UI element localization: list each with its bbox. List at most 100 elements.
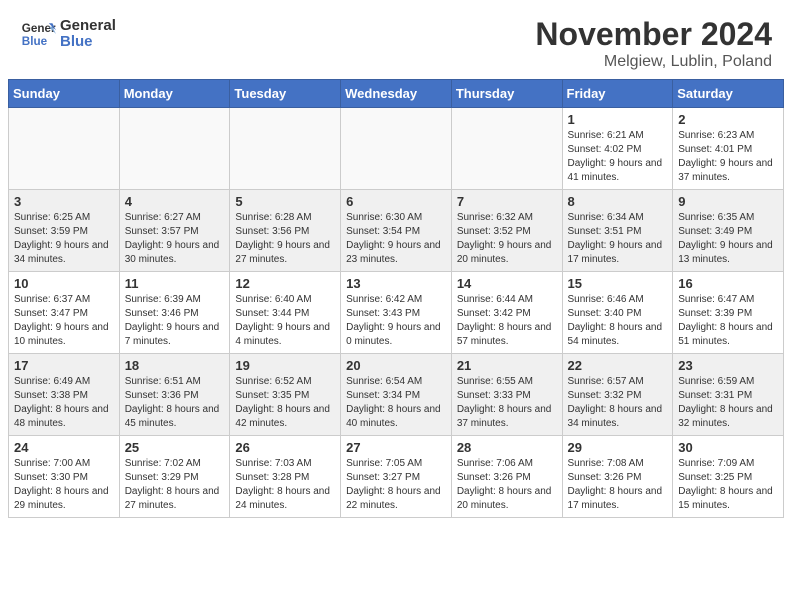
day-info: Sunrise: 6:54 AM Sunset: 3:34 PM Dayligh… <box>346 375 446 431</box>
day-number: 5 <box>235 194 335 209</box>
day-info: Sunrise: 6:42 AM Sunset: 3:43 PM Dayligh… <box>346 293 446 349</box>
day-number: 14 <box>457 276 557 291</box>
day-number: 17 <box>14 358 114 373</box>
calendar-cell: 11 Sunrise: 6:39 AM Sunset: 3:46 PM Dayli… <box>119 272 230 354</box>
day-info: Sunrise: 7:02 AM Sunset: 3:29 PM Dayligh… <box>125 457 225 513</box>
day-info: Sunrise: 6:21 AM Sunset: 4:02 PM Dayligh… <box>568 129 668 185</box>
day-info: Sunrise: 6:44 AM Sunset: 3:42 PM Dayligh… <box>457 293 557 349</box>
week-row-2: 3Sunrise: 6:25 AM Sunset: 3:59 PM Daylig… <box>9 190 784 272</box>
header-friday: Friday <box>562 80 673 108</box>
calendar-cell: 19 Sunrise: 6:52 AM Sunset: 3:35 PM Dayli… <box>230 354 341 436</box>
calendar-cell: 28Sunrise: 7:06 AM Sunset: 3:26 PM Dayli… <box>451 436 562 518</box>
day-info: Sunrise: 6:47 AM Sunset: 3:39 PM Dayligh… <box>678 293 778 349</box>
calendar-cell: 27 Sunrise: 7:05 AM Sunset: 3:27 PM Dayli… <box>341 436 452 518</box>
calendar-cell: 1 Sunrise: 6:21 AM Sunset: 4:02 PM Daylig… <box>562 108 673 190</box>
day-info: Sunrise: 6:49 AM Sunset: 3:38 PM Dayligh… <box>14 375 114 431</box>
day-info: Sunrise: 6:39 AM Sunset: 3:46 PM Dayligh… <box>125 293 225 349</box>
day-info: Sunrise: 6:46 AM Sunset: 3:40 PM Dayligh… <box>568 293 668 349</box>
day-info: Sunrise: 7:03 AM Sunset: 3:28 PM Dayligh… <box>235 457 335 513</box>
day-info: Sunrise: 6:37 AM Sunset: 3:47 PM Dayligh… <box>14 293 114 349</box>
calendar-cell: 20 Sunrise: 6:54 AM Sunset: 3:34 PM Dayli… <box>341 354 452 436</box>
day-info: Sunrise: 6:55 AM Sunset: 3:33 PM Dayligh… <box>457 375 557 431</box>
header-thursday: Thursday <box>451 80 562 108</box>
day-number: 21 <box>457 358 557 373</box>
day-number: 6 <box>346 194 446 209</box>
day-info: Sunrise: 6:51 AM Sunset: 3:36 PM Dayligh… <box>125 375 225 431</box>
day-info: Sunrise: 6:40 AM Sunset: 3:44 PM Dayligh… <box>235 293 335 349</box>
calendar-cell <box>230 108 341 190</box>
logo-general: General <box>60 18 116 35</box>
header-sunday: Sunday <box>9 80 120 108</box>
calendar-cell <box>9 108 120 190</box>
location-subtitle: Melgiew, Lublin, Poland <box>535 53 772 71</box>
header-wednesday: Wednesday <box>341 80 452 108</box>
calendar-cell <box>341 108 452 190</box>
day-number: 23 <box>678 358 778 373</box>
calendar-cell: 3Sunrise: 6:25 AM Sunset: 3:59 PM Daylig… <box>9 190 120 272</box>
header-monday: Monday <box>119 80 230 108</box>
day-number: 20 <box>346 358 446 373</box>
calendar-cell: 13 Sunrise: 6:42 AM Sunset: 3:43 PM Dayli… <box>341 272 452 354</box>
calendar-cell: 24Sunrise: 7:00 AM Sunset: 3:30 PM Dayli… <box>9 436 120 518</box>
day-number: 13 <box>346 276 446 291</box>
day-number: 28 <box>457 440 557 455</box>
calendar-cell: 25 Sunrise: 7:02 AM Sunset: 3:29 PM Dayli… <box>119 436 230 518</box>
day-info: Sunrise: 6:34 AM Sunset: 3:51 PM Dayligh… <box>568 211 668 267</box>
logo: General Blue General Blue <box>20 16 116 52</box>
day-info: Sunrise: 6:52 AM Sunset: 3:35 PM Dayligh… <box>235 375 335 431</box>
calendar-cell: 7 Sunrise: 6:32 AM Sunset: 3:52 PM Daylig… <box>451 190 562 272</box>
calendar-cell: 16Sunrise: 6:47 AM Sunset: 3:39 PM Dayli… <box>673 272 784 354</box>
day-info: Sunrise: 7:09 AM Sunset: 3:25 PM Dayligh… <box>678 457 778 513</box>
day-info: Sunrise: 6:35 AM Sunset: 3:49 PM Dayligh… <box>678 211 778 267</box>
calendar-cell: 26 Sunrise: 7:03 AM Sunset: 3:28 PM Dayli… <box>230 436 341 518</box>
day-info: Sunrise: 6:23 AM Sunset: 4:01 PM Dayligh… <box>678 129 778 185</box>
day-number: 27 <box>346 440 446 455</box>
calendar-cell: 29 Sunrise: 7:08 AM Sunset: 3:26 PM Dayli… <box>562 436 673 518</box>
day-info: Sunrise: 6:57 AM Sunset: 3:32 PM Dayligh… <box>568 375 668 431</box>
week-row-5: 24Sunrise: 7:00 AM Sunset: 3:30 PM Dayli… <box>9 436 784 518</box>
week-row-1: 1 Sunrise: 6:21 AM Sunset: 4:02 PM Daylig… <box>9 108 784 190</box>
calendar-cell: 21 Sunrise: 6:55 AM Sunset: 3:33 PM Dayli… <box>451 354 562 436</box>
day-number: 25 <box>125 440 225 455</box>
calendar-cell: 18 Sunrise: 6:51 AM Sunset: 3:36 PM Dayli… <box>119 354 230 436</box>
header-saturday: Saturday <box>673 80 784 108</box>
day-number: 19 <box>235 358 335 373</box>
calendar-cell: 2Sunrise: 6:23 AM Sunset: 4:01 PM Daylig… <box>673 108 784 190</box>
header-tuesday: Tuesday <box>230 80 341 108</box>
calendar-table: Sunday Monday Tuesday Wednesday Thursday… <box>8 79 784 518</box>
calendar-header: Sunday Monday Tuesday Wednesday Thursday… <box>9 80 784 108</box>
day-info: Sunrise: 6:59 AM Sunset: 3:31 PM Dayligh… <box>678 375 778 431</box>
day-number: 29 <box>568 440 668 455</box>
day-info: Sunrise: 6:32 AM Sunset: 3:52 PM Dayligh… <box>457 211 557 267</box>
day-info: Sunrise: 7:05 AM Sunset: 3:27 PM Dayligh… <box>346 457 446 513</box>
day-number: 26 <box>235 440 335 455</box>
title-area: November 2024 Melgiew, Lublin, Poland <box>535 16 772 71</box>
calendar-cell: 8 Sunrise: 6:34 AM Sunset: 3:51 PM Daylig… <box>562 190 673 272</box>
svg-text:Blue: Blue <box>22 35 48 48</box>
calendar-cell: 15 Sunrise: 6:46 AM Sunset: 3:40 PM Dayli… <box>562 272 673 354</box>
day-number: 30 <box>678 440 778 455</box>
day-number: 12 <box>235 276 335 291</box>
day-number: 18 <box>125 358 225 373</box>
day-number: 15 <box>568 276 668 291</box>
day-number: 11 <box>125 276 225 291</box>
calendar-cell <box>119 108 230 190</box>
logo-blue: Blue <box>60 34 116 51</box>
day-number: 7 <box>457 194 557 209</box>
day-number: 1 <box>568 112 668 127</box>
calendar-cell: 22 Sunrise: 6:57 AM Sunset: 3:32 PM Dayli… <box>562 354 673 436</box>
day-number: 22 <box>568 358 668 373</box>
day-info: Sunrise: 7:00 AM Sunset: 3:30 PM Dayligh… <box>14 457 114 513</box>
calendar-cell: 9Sunrise: 6:35 AM Sunset: 3:49 PM Daylig… <box>673 190 784 272</box>
week-row-4: 17 Sunrise: 6:49 AM Sunset: 3:38 PM Dayli… <box>9 354 784 436</box>
calendar-cell: 5 Sunrise: 6:28 AM Sunset: 3:56 PM Daylig… <box>230 190 341 272</box>
day-number: 8 <box>568 194 668 209</box>
month-year-title: November 2024 <box>535 16 772 53</box>
logo-icon: General Blue <box>20 16 56 52</box>
weekday-header-row: Sunday Monday Tuesday Wednesday Thursday… <box>9 80 784 108</box>
day-info: Sunrise: 6:28 AM Sunset: 3:56 PM Dayligh… <box>235 211 335 267</box>
calendar-cell: 10Sunrise: 6:37 AM Sunset: 3:47 PM Dayli… <box>9 272 120 354</box>
day-info: Sunrise: 6:30 AM Sunset: 3:54 PM Dayligh… <box>346 211 446 267</box>
calendar-cell: 30 Sunrise: 7:09 AM Sunset: 3:25 PM Dayli… <box>673 436 784 518</box>
day-info: Sunrise: 7:08 AM Sunset: 3:26 PM Dayligh… <box>568 457 668 513</box>
